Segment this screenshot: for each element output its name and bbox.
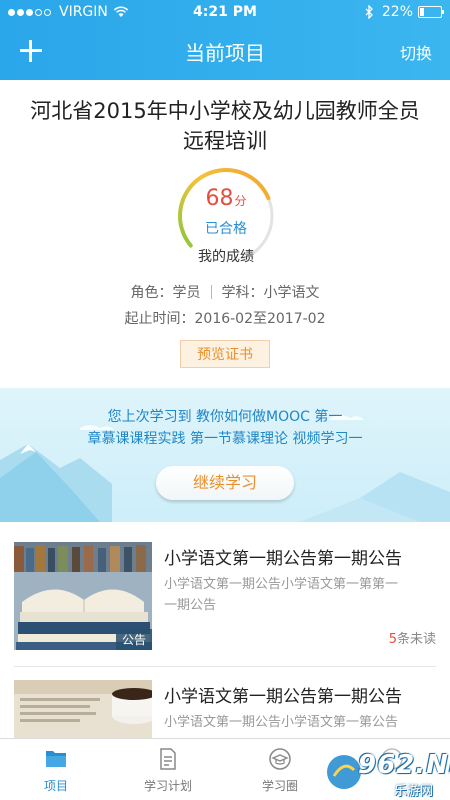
news-summary: 小学语文第一期公告小学语文第一第第一 一期公告 [164,574,436,616]
preview-certificate-button[interactable]: 预览证书 [180,340,270,368]
news-summary-line1: 小学语文第一期公告小学语文第一第公告 [164,715,399,730]
document-icon [160,748,176,770]
tab-label: 学习计划 [143,779,192,793]
watermark-sub: 乐游网 [394,784,434,799]
news-summary-line2: 一期公告 [164,598,217,613]
header: VIRGIN 4:21 PM 22% 当前项目 切换 [0,0,450,80]
pass-status: 已合格 [205,221,247,237]
news-summary-line1: 小学语文第一期公告小学语文第一第第一 [164,577,399,592]
role-subject-line: 角色：学员 学科：小学语文 [0,282,450,302]
continue-learning-button[interactable]: 继续学习 [156,466,294,500]
battery-icon [418,6,444,18]
score-gauge: 68分 已合格 我的成绩 [172,166,280,266]
battery-percent: 22% [381,4,413,20]
battery-fill [420,8,424,16]
score-number: 68 [205,186,234,211]
list-divider [14,666,436,667]
tab-projects[interactable]: 项目 [0,739,112,800]
score-value: 68分 [172,186,280,211]
tab-label: 项目 [43,779,68,793]
news-title: 小学语文第一期公告第一期公告 [164,687,402,707]
tab-label: 学习圈 [261,779,298,793]
unread-count: 5 [388,632,397,647]
switch-button[interactable]: 切换 [400,40,432,64]
news-title: 小学语文第一期公告第一期公告 [164,549,402,569]
unread-indicator: 5条未读 [389,628,436,647]
score-unit: 分 [234,194,247,208]
status-bar: VIRGIN 4:21 PM 22% [0,0,450,28]
news-summary: 小学语文第一期公告小学语文第一第公告 [164,712,436,733]
period-line: 起止时间：2016-02至2017-02 [124,311,326,327]
project-title-line2: 远程培训 [183,129,267,153]
last-study-line2: 章慕课课程实践 第一节慕课理论 视频学习一 [87,431,363,447]
news-item[interactable]: 公告 小学语文第一期公告第一期公告 小学语文第一期公告小学语文第一第第一 一期公… [14,542,436,652]
news-thumbnail: 公告 [14,542,152,650]
tab-study-circle[interactable]: 学习圈 [224,739,336,800]
last-study-line1: 您上次学习到 教你如何做MOOC 第一 [107,409,343,425]
divider [210,285,212,299]
nav-bar: 当前项目 切换 [0,28,450,74]
app-screen: VIRGIN 4:21 PM 22% 当前项目 切换 河北省2015年中小学校及… [0,0,450,800]
last-study-text: 您上次学习到 教你如何做MOOC 第一 章慕课课程实践 第一节慕课理论 视频学习… [40,406,410,450]
tab-study-plan[interactable]: 学习计划 [112,739,224,800]
score-caption: 我的成绩 [198,249,254,265]
subject-label: 学科：小学语文 [221,285,320,301]
folder-icon [46,751,66,767]
watermark-main: 962.NET [358,750,450,780]
role-label: 角色：学员 [130,285,201,301]
graduation-cap-icon [269,748,291,770]
page-title: 当前项目 [185,41,265,65]
continue-banner: 您上次学习到 教你如何做MOOC 第一 章慕课课程实践 第一节慕课理论 视频学习… [0,388,450,522]
status-right: 22% [364,4,444,20]
announcement-tag: 公告 [115,629,152,650]
project-title: 河北省2015年中小学校及幼儿园教师全员 远程培训 [0,96,450,156]
unread-suffix: 条未读 [396,632,436,647]
project-title-line1: 河北省2015年中小学校及幼儿园教师全员 [30,99,420,123]
site-watermark: 962.NET 乐游网 [324,748,450,799]
bluetooth-icon [365,5,373,19]
